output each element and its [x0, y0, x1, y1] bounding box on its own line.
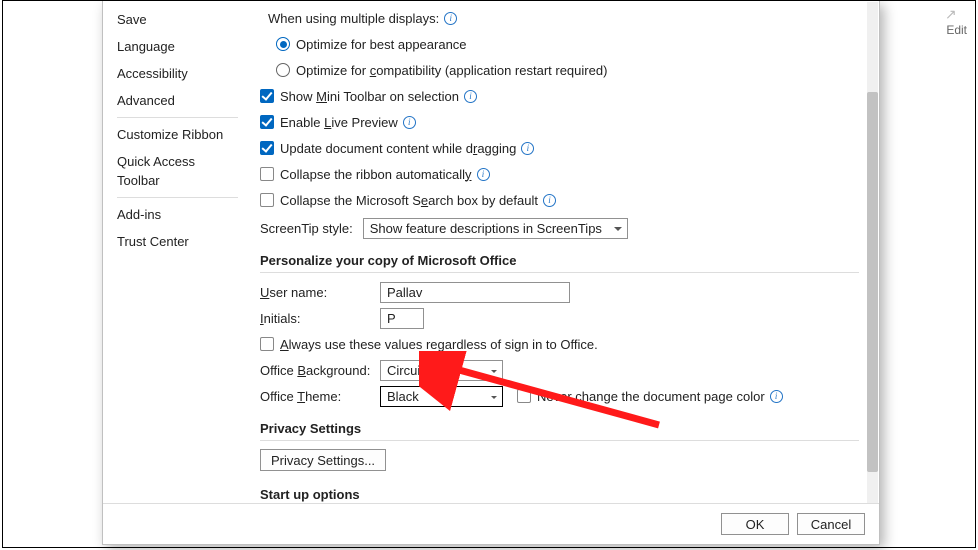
- screentip-label: ScreenTip style:: [260, 221, 353, 236]
- initials-input[interactable]: P: [380, 308, 424, 329]
- chk-live-preview[interactable]: [260, 115, 274, 129]
- privacy-settings-button[interactable]: Privacy Settings...: [260, 449, 386, 471]
- sidebar-item-accessibility[interactable]: Accessibility: [103, 60, 250, 87]
- sidebar-item-advanced[interactable]: Advanced: [103, 87, 250, 114]
- chk-always-use-label: Always use these values regardless of si…: [280, 337, 598, 352]
- theme-select[interactable]: Black: [380, 386, 503, 407]
- personalize-title: Personalize your copy of Microsoft Offic…: [260, 253, 859, 268]
- chk-drag-update[interactable]: [260, 141, 274, 155]
- chk-collapse-ribbon[interactable]: [260, 167, 274, 181]
- options-content: When using multiple displays: Optimize f…: [250, 1, 867, 504]
- info-icon[interactable]: [770, 390, 783, 403]
- privacy-title: Privacy Settings: [260, 421, 859, 436]
- sidebar-item-save[interactable]: Save: [103, 6, 250, 33]
- bg-select[interactable]: Circuit: [380, 360, 503, 381]
- scrollbar-thumb[interactable]: [867, 92, 878, 472]
- multi-display-label: When using multiple displays:: [268, 11, 439, 26]
- sidebar-item-qat[interactable]: Quick Access Toolbar: [103, 148, 250, 194]
- ok-button[interactable]: OK: [721, 513, 789, 535]
- sidebar-item-language[interactable]: Language: [103, 33, 250, 60]
- username-label: User name:: [260, 285, 380, 300]
- chk-mini-toolbar-label: Show Mini Toolbar on selection: [280, 89, 459, 104]
- theme-label: Office Theme:: [260, 389, 380, 404]
- info-icon[interactable]: [521, 142, 534, 155]
- screentip-select[interactable]: Show feature descriptions in ScreenTips: [363, 218, 628, 239]
- chk-always-use[interactable]: [260, 337, 274, 351]
- radio-compatibility[interactable]: [276, 63, 290, 77]
- editing-label: Edit: [946, 23, 967, 37]
- radio-best-appearance-label: Optimize for best appearance: [296, 37, 467, 52]
- info-icon[interactable]: [477, 168, 490, 181]
- options-dialog: Save Language Accessibility Advanced Cus…: [102, 1, 880, 545]
- chk-drag-update-label: Update document content while dragging: [280, 141, 516, 156]
- sidebar-item-customize-ribbon[interactable]: Customize Ribbon: [103, 121, 250, 148]
- chk-never-change-color-label: Never change the document page color: [537, 389, 765, 404]
- vertical-scrollbar[interactable]: [867, 2, 878, 503]
- chk-collapse-search-label: Collapse the Microsoft Search box by def…: [280, 193, 538, 208]
- info-icon[interactable]: [444, 12, 457, 25]
- info-icon[interactable]: [403, 116, 416, 129]
- dialog-footer: OK Cancel: [103, 503, 879, 544]
- cancel-button[interactable]: Cancel: [797, 513, 865, 535]
- options-sidebar: Save Language Accessibility Advanced Cus…: [103, 1, 250, 544]
- initials-label: Initials:: [260, 311, 332, 326]
- radio-best-appearance[interactable]: [276, 37, 290, 51]
- info-icon[interactable]: [543, 194, 556, 207]
- radio-compatibility-label: Optimize for compatibility (application …: [296, 63, 607, 78]
- chk-never-change-color[interactable]: [517, 389, 531, 403]
- chk-collapse-ribbon-label: Collapse the ribbon automatically: [280, 167, 472, 182]
- sidebar-item-trust-center[interactable]: Trust Center: [103, 228, 250, 255]
- cursor-icon: ↖: [945, 6, 957, 23]
- chk-collapse-search[interactable]: [260, 193, 274, 207]
- sidebar-item-addins[interactable]: Add-ins: [103, 201, 250, 228]
- chk-live-preview-label: Enable Live Preview: [280, 115, 398, 130]
- bg-label: Office Background:: [260, 363, 380, 378]
- app-window: ↖ Edit Save Language Accessibility Advan…: [2, 0, 976, 548]
- chk-mini-toolbar[interactable]: [260, 89, 274, 103]
- startup-title: Start up options: [260, 487, 859, 502]
- info-icon[interactable]: [464, 90, 477, 103]
- username-input[interactable]: Pallav: [380, 282, 570, 303]
